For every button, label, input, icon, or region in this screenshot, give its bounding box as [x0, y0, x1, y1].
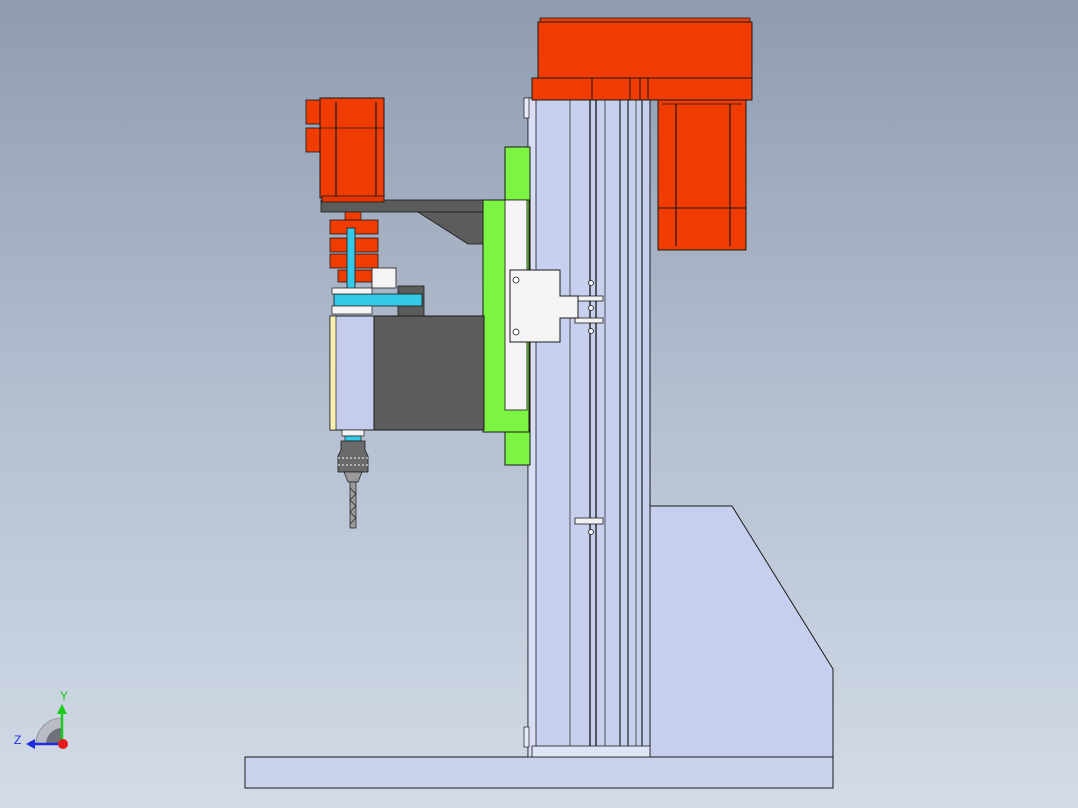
y-axis-label: Y: [60, 689, 68, 703]
spindle-motor[interactable]: [305, 97, 385, 203]
x-axis-origin-icon: [58, 739, 68, 749]
drill-chuck[interactable]: [337, 440, 369, 483]
column[interactable]: [523, 97, 651, 758]
coordinate-triad: Y Z: [14, 689, 68, 749]
spindle-head[interactable]: [329, 315, 485, 442]
cad-viewport[interactable]: Y Z: [0, 0, 1078, 808]
base-plate[interactable]: [244, 756, 834, 789]
z-axis-label: Z: [14, 733, 21, 747]
gusset[interactable]: [647, 505, 834, 758]
drill-press-model[interactable]: Y Z: [0, 0, 1078, 808]
drill-bit[interactable]: [349, 481, 357, 529]
